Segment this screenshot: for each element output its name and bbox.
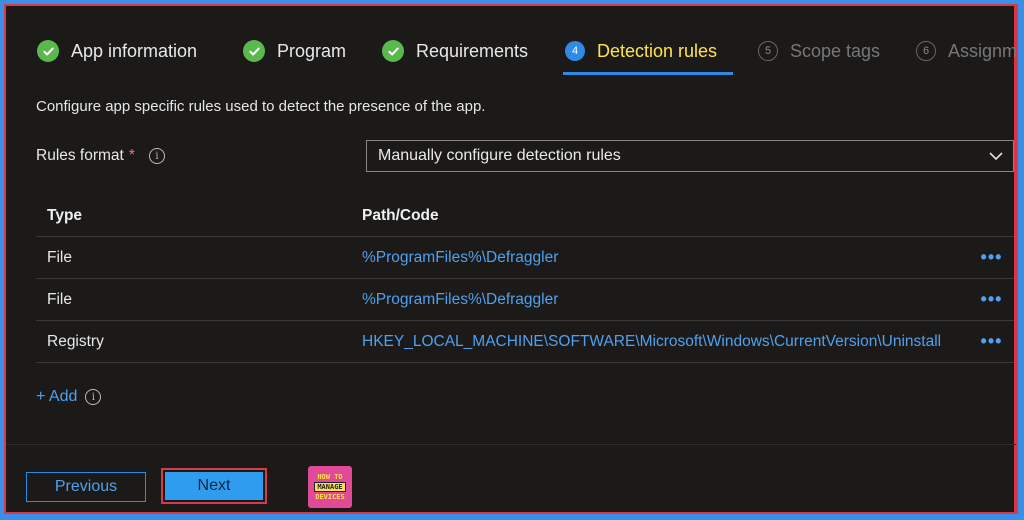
step-app-information[interactable]: App information: [37, 36, 197, 66]
page-description: Configure app specific rules used to det…: [36, 98, 486, 115]
wizard-steps: App information Program Requirements 4 D…: [6, 6, 1016, 82]
step-label: Program: [277, 40, 347, 61]
step-number-badge: 6: [916, 41, 936, 61]
cell-type: File: [36, 236, 361, 279]
step-detection-rules[interactable]: 4 Detection rules: [565, 36, 717, 66]
how-to-manage-devices-logo: HOW TO MANAGE DEVICES: [308, 466, 352, 508]
table-row[interactable]: File %ProgramFiles%\Defraggler •••: [36, 236, 1014, 279]
step-label: Requirements: [416, 40, 529, 61]
logo-line-1: HOW TO: [317, 473, 343, 481]
more-actions-icon[interactable]: •••: [969, 320, 1014, 363]
more-actions-icon[interactable]: •••: [969, 236, 1014, 279]
next-button-highlight: Next: [161, 468, 267, 504]
rules-format-text: Rules format: [36, 147, 124, 164]
step-label: Scope tags: [790, 40, 881, 61]
table-row[interactable]: Registry HKEY_LOCAL_MACHINE\SOFTWARE\Mic…: [36, 320, 1014, 363]
cell-path-link[interactable]: %ProgramFiles%\Defraggler: [362, 291, 968, 309]
footer-divider: [6, 444, 1016, 445]
info-icon[interactable]: i: [148, 148, 165, 164]
step-label: Detection rules: [597, 40, 718, 61]
active-step-underline: [563, 72, 733, 75]
more-actions-icon[interactable]: •••: [969, 278, 1014, 321]
column-header-type: Type: [36, 196, 361, 237]
rules-format-dropdown[interactable]: Manually configure detection rules: [366, 140, 1014, 172]
check-icon: [37, 40, 59, 62]
column-header-path: Path/Code: [361, 196, 969, 237]
next-button[interactable]: Next: [165, 472, 263, 500]
step-label: Assignm: [948, 40, 1018, 61]
cell-type: File: [36, 278, 361, 321]
add-rule-link[interactable]: + Add i: [36, 388, 102, 406]
table-row[interactable]: File %ProgramFiles%\Defraggler •••: [36, 278, 1014, 321]
dropdown-selected-value: Manually configure detection rules: [378, 147, 621, 164]
step-requirements[interactable]: Requirements: [382, 36, 528, 66]
step-assignments[interactable]: 6 Assignm: [916, 36, 1018, 66]
step-number-badge: 4: [565, 41, 585, 61]
detection-rules-table: Type Path/Code File %ProgramFiles%\Defra…: [36, 196, 1014, 363]
chevron-down-icon: [989, 152, 1003, 161]
info-icon[interactable]: i: [85, 389, 102, 405]
step-number-badge: 5: [758, 41, 778, 61]
check-icon: [382, 40, 404, 62]
logo-line-2: MANAGE: [314, 482, 346, 492]
step-program[interactable]: Program: [243, 36, 346, 66]
rules-format-label: Rules format * i: [36, 147, 165, 165]
check-icon: [243, 40, 265, 62]
cell-path-link[interactable]: %ProgramFiles%\Defraggler: [362, 249, 968, 267]
cell-type: Registry: [36, 320, 361, 363]
add-label: + Add: [36, 388, 78, 405]
table-header-row: Type Path/Code: [36, 196, 1014, 237]
logo-line-3: DEVICES: [315, 493, 345, 501]
step-scope-tags[interactable]: 5 Scope tags: [758, 36, 880, 66]
required-marker: *: [128, 147, 135, 164]
app-window: App information Program Requirements 4 D…: [4, 4, 1018, 514]
step-label: App information: [71, 40, 198, 61]
column-header-actions: [969, 196, 1014, 237]
previous-button[interactable]: Previous: [26, 472, 146, 502]
cell-path-link[interactable]: HKEY_LOCAL_MACHINE\SOFTWARE\Microsoft\Wi…: [362, 333, 968, 351]
